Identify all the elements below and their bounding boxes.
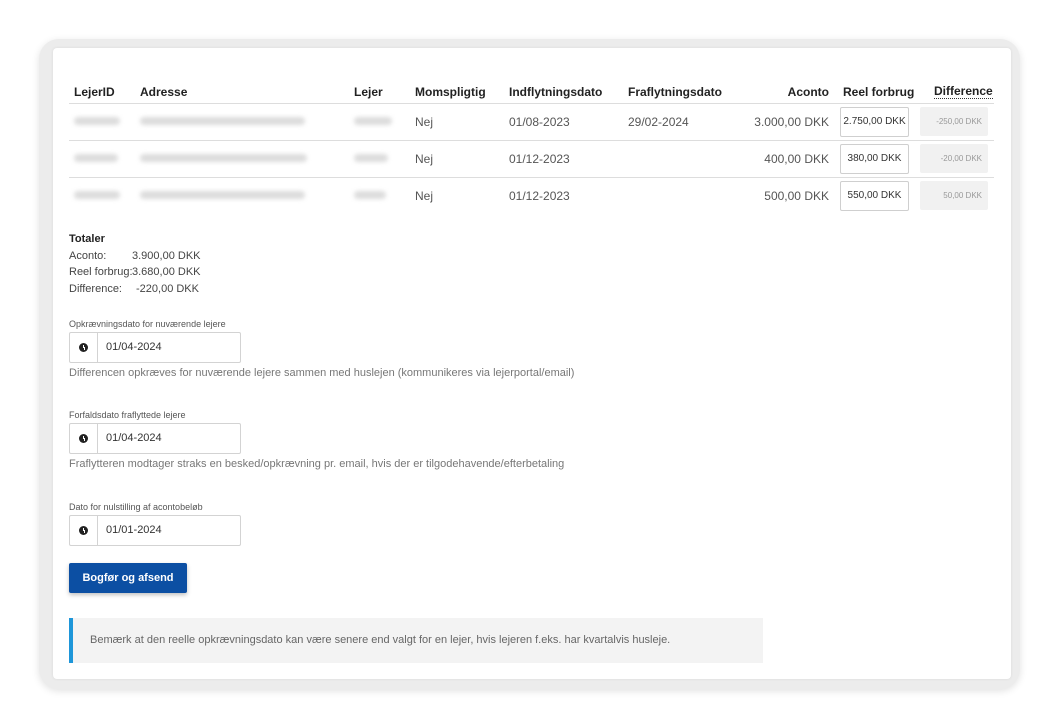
cell-indflytning: 01/08-2023 <box>509 115 570 129</box>
date-icon-cell <box>70 424 98 453</box>
forfald-date-value: 01/04-2024 <box>106 432 162 444</box>
date-icon-cell <box>70 333 98 362</box>
clock-icon <box>79 434 88 443</box>
col-header-aconto: Aconto <box>787 85 829 99</box>
forfald-label: Forfaldsdato fraflyttede lejere <box>69 410 186 420</box>
cell-momspligtig: Nej <box>415 115 434 129</box>
cell-fraflytning: 29/02-2024 <box>628 115 689 129</box>
cell-indflytning: 01/12-2023 <box>509 189 570 203</box>
blurred-address <box>140 154 307 162</box>
reel-forbrug-input[interactable]: 550,00 DKK <box>840 181 909 211</box>
cell-aconto: 400,00 DKK <box>764 152 829 166</box>
blurred-tenant <box>354 154 388 162</box>
reel-forbrug-input[interactable]: 2.750,00 DKK <box>840 107 909 137</box>
blurred-tenant <box>354 117 392 125</box>
totals-aconto-label: Aconto: <box>69 250 107 262</box>
blurred-tenant <box>354 191 386 199</box>
clock-icon <box>79 526 88 535</box>
forfald-date-input[interactable]: 01/04-2024 <box>69 423 241 454</box>
opkraevning-date-value: 01/04-2024 <box>106 341 162 353</box>
totals-reel-value: 3.680,00 DKK <box>132 266 201 278</box>
clock-icon <box>79 343 88 352</box>
forfald-help: Fraflytteren modtager straks en besked/o… <box>69 458 565 470</box>
nulstilling-date-input[interactable]: 01/01-2024 <box>69 515 241 546</box>
col-header-reel-forbrug: Reel forbrug <box>843 85 915 99</box>
col-header-fraflytningsdato: Fraflytningsdato <box>628 85 723 99</box>
opkraevning-label: Opkrævningsdato for nuværende lejere <box>69 319 226 329</box>
reel-forbrug-input[interactable]: 380,00 DKK <box>840 144 909 174</box>
date-icon-cell <box>70 516 98 545</box>
col-header-indflytningsdato: Indflytningsdato <box>509 85 603 99</box>
totals-reel-label: Reel forbrug: <box>69 266 133 278</box>
table-divider <box>69 103 994 104</box>
difference-field: -250,00 DKK <box>920 107 988 136</box>
cell-momspligtig: Nej <box>415 152 434 166</box>
blurred-lejerid <box>74 117 120 125</box>
cell-momspligtig: Nej <box>415 189 434 203</box>
blurred-lejerid <box>74 154 118 162</box>
col-header-lejer: Lejer <box>354 85 383 99</box>
col-header-momspligtig: Momspligtig <box>415 85 486 99</box>
difference-field: -20,00 DKK <box>920 144 988 173</box>
totals-diff-value: -220,00 DKK <box>136 283 199 295</box>
cell-aconto: 500,00 DKK <box>764 189 829 203</box>
info-note-text: Bemærk at den reelle opkrævningsdato kan… <box>90 634 671 646</box>
totals-diff-label: Difference: <box>69 283 122 295</box>
difference-field: 50,00 DKK <box>920 181 988 210</box>
nulstilling-date-value: 01/01-2024 <box>106 524 162 536</box>
cell-aconto: 3.000,00 DKK <box>754 115 829 129</box>
content-card <box>53 48 1011 679</box>
totals-aconto-value: 3.900,00 DKK <box>132 250 201 262</box>
submit-button[interactable]: Bogfør og afsend <box>69 563 187 593</box>
blurred-address <box>140 191 305 199</box>
table-divider <box>69 177 994 178</box>
info-note: Bemærk at den reelle opkrævningsdato kan… <box>69 618 763 663</box>
col-header-difference[interactable]: Difference <box>934 85 993 99</box>
col-header-lejerid: LejerID <box>74 85 115 99</box>
nulstilling-label: Dato for nulstilling af acontobeløb <box>69 502 203 512</box>
cell-indflytning: 01/12-2023 <box>509 152 570 166</box>
col-header-adresse: Adresse <box>140 85 188 99</box>
blurred-address <box>140 117 305 125</box>
totals-title: Totaler <box>69 233 105 245</box>
table-divider <box>69 140 994 141</box>
opkraevning-help: Differencen opkræves for nuværende lejer… <box>69 367 575 379</box>
blurred-lejerid <box>74 191 120 199</box>
opkraevning-date-input[interactable]: 01/04-2024 <box>69 332 241 363</box>
